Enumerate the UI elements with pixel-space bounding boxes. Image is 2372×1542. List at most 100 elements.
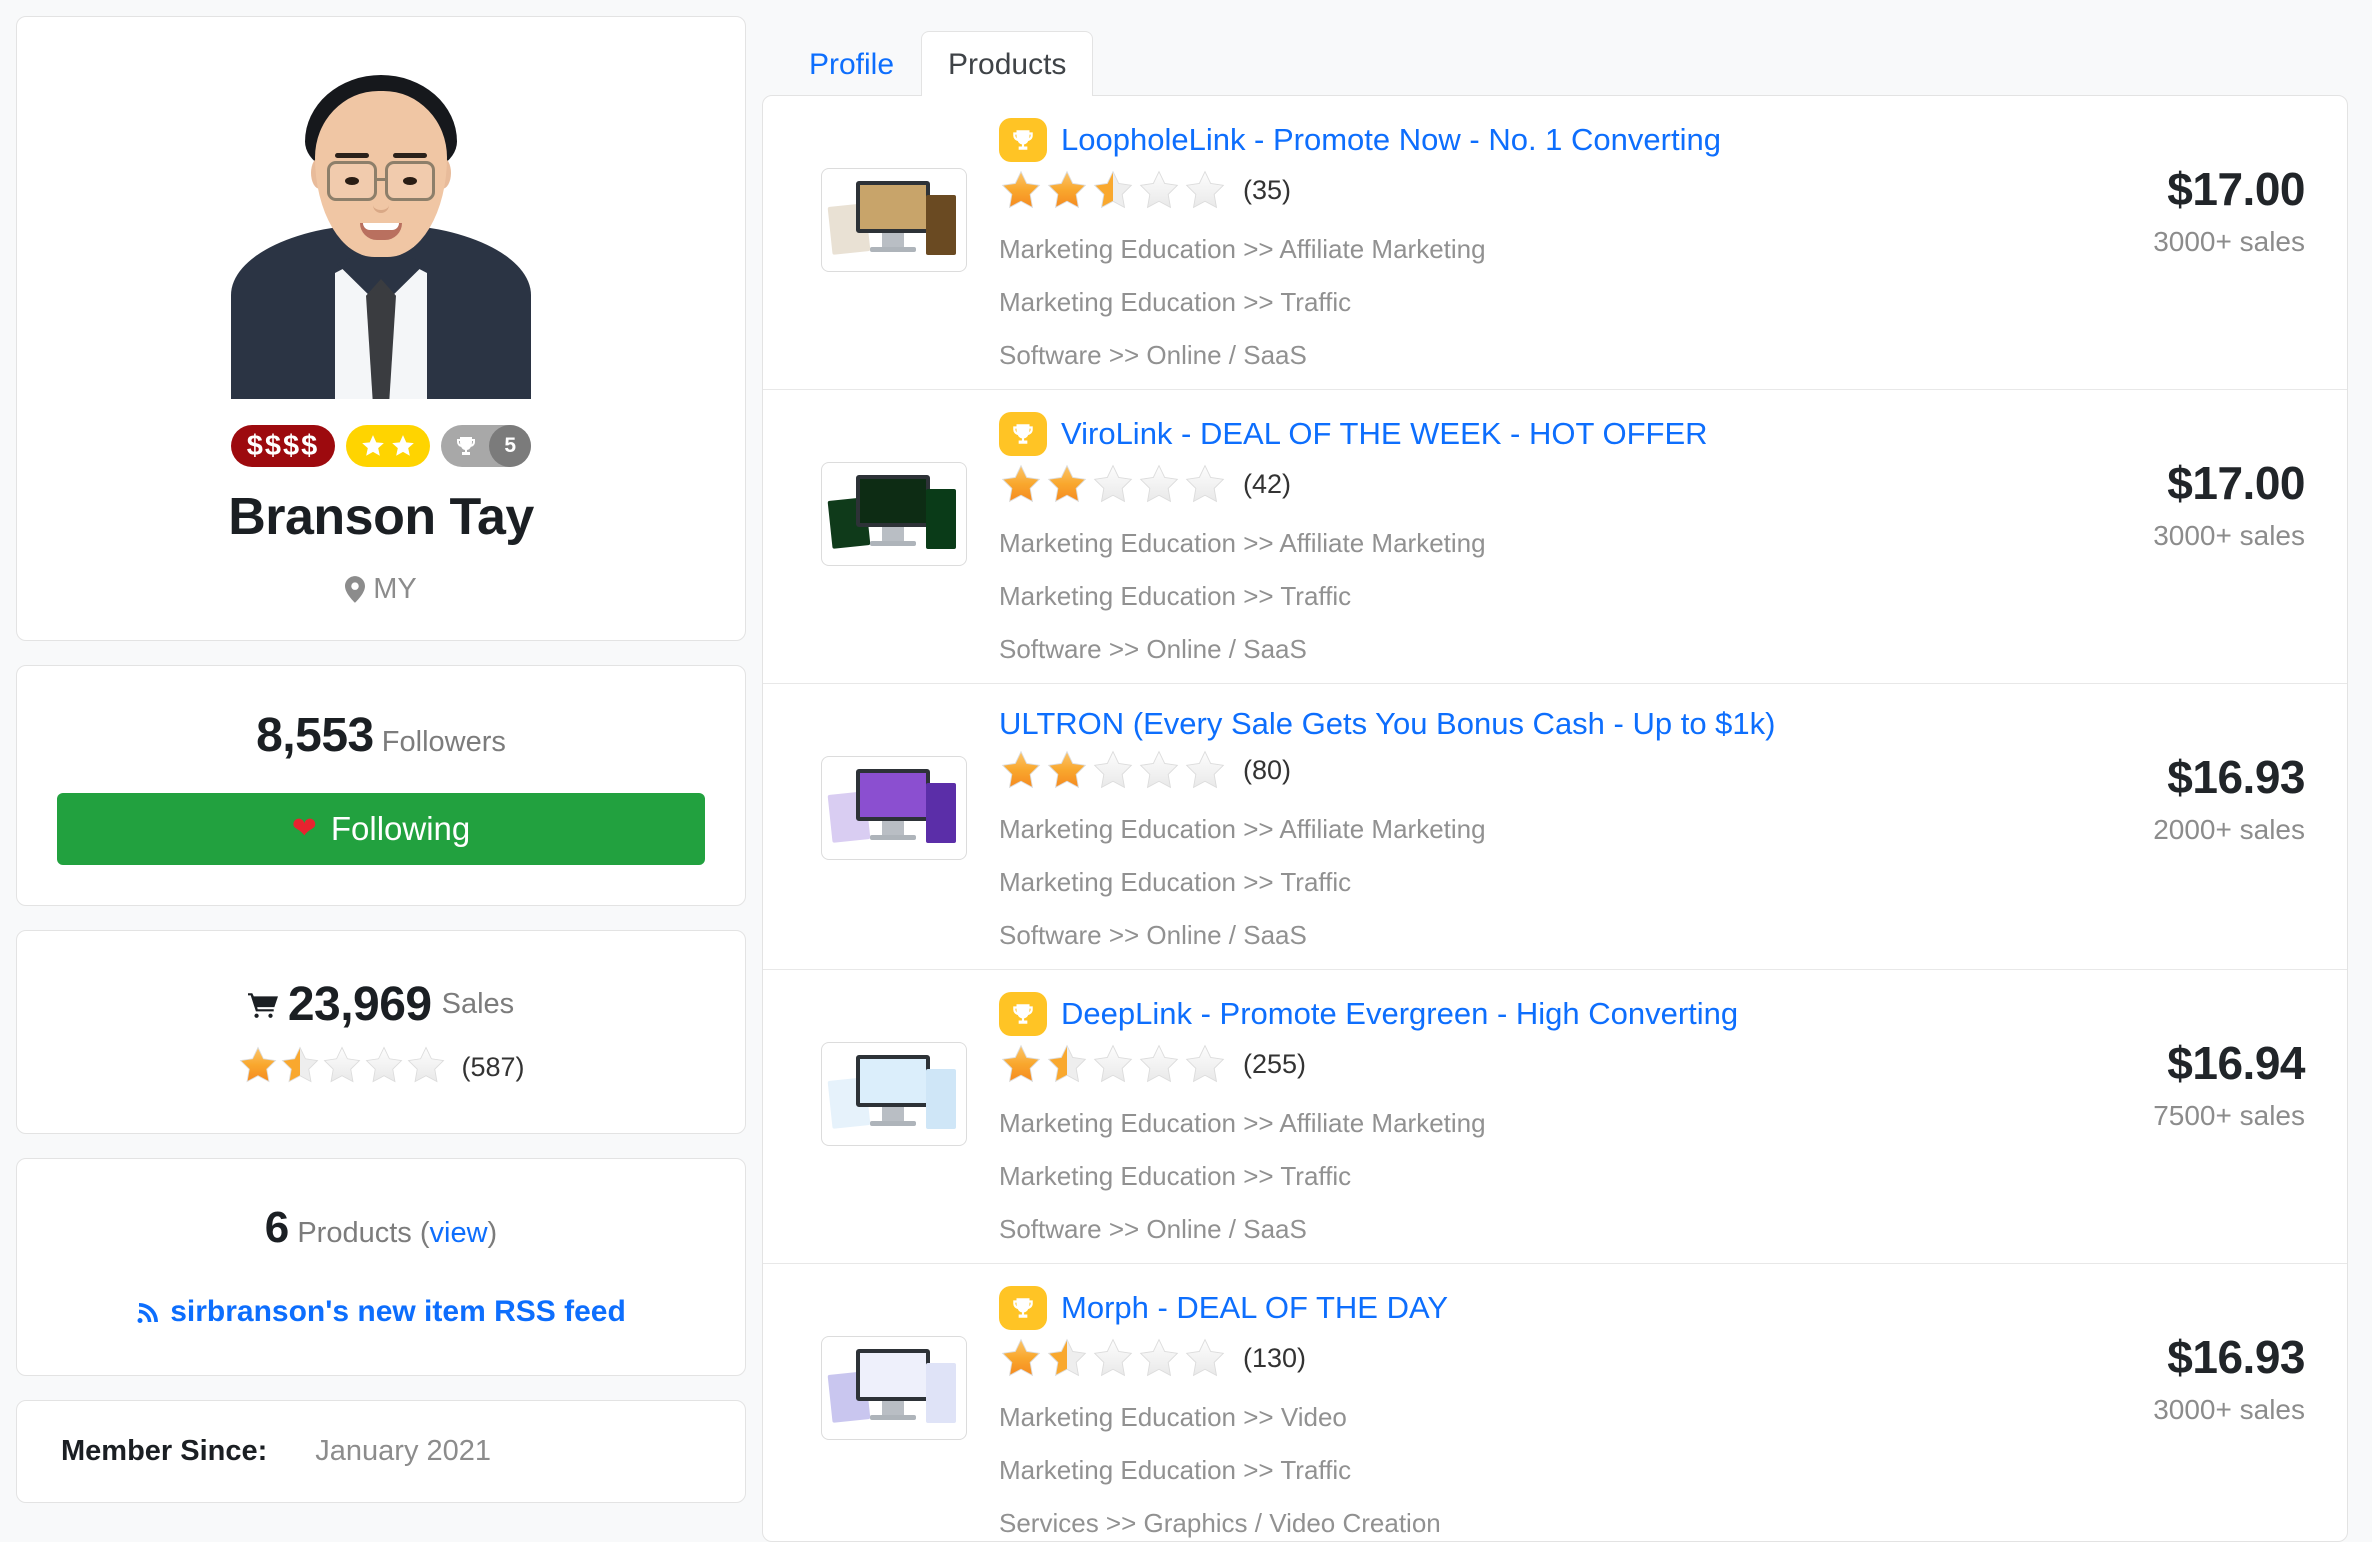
- close-paren: ): [488, 1217, 498, 1249]
- product-list-panel: LoopholeLink - Promote Now - No. 1 Conve…: [762, 95, 2348, 1542]
- star-icon: [1045, 748, 1089, 792]
- product-thumbnail[interactable]: [821, 462, 967, 566]
- rss-row: sirbranson's new item RSS feed: [57, 1253, 705, 1329]
- star-icon: [1137, 168, 1181, 212]
- star-icon: [1183, 462, 1227, 506]
- product-category: Marketing Education >> Traffic: [999, 867, 1961, 898]
- product-price: $17.00: [1961, 162, 2305, 216]
- product-thumbnail[interactable]: [821, 756, 967, 860]
- product-info: ULTRON (Every Sale Gets You Bonus Cash -…: [999, 702, 1961, 951]
- star-icon: [1045, 462, 1089, 506]
- star-icon: [1045, 1336, 1089, 1380]
- product-category: Marketing Education >> Affiliate Marketi…: [999, 814, 1961, 845]
- product-review-count: (130): [1243, 1343, 1306, 1374]
- thumb-monitor: [856, 769, 930, 821]
- rss-feed-link[interactable]: sirbranson's new item RSS feed: [136, 1295, 626, 1329]
- member-since-value: January 2021: [315, 1435, 491, 1468]
- trophy-icon: [454, 434, 478, 458]
- product-row[interactable]: LoopholeLink - Promote Now - No. 1 Conve…: [763, 96, 2347, 389]
- avatar-wrap: [37, 39, 725, 399]
- product-category: Marketing Education >> Affiliate Marketi…: [999, 1108, 1961, 1139]
- product-row[interactable]: DeepLink - Promote Evergreen - High Conv…: [763, 969, 2347, 1263]
- photo-nose: [373, 197, 389, 213]
- thumb-monitor: [856, 181, 930, 233]
- tab-products[interactable]: Products: [921, 31, 1093, 96]
- product-row[interactable]: Morph - DEAL OF THE DAY(130)Marketing Ed…: [763, 1263, 2347, 1542]
- location-label: MY: [373, 573, 417, 606]
- product-title-row: DeepLink - Promote Evergreen - High Conv…: [999, 992, 1961, 1036]
- product-title-link[interactable]: DeepLink - Promote Evergreen - High Conv…: [1061, 996, 1738, 1032]
- product-info: Morph - DEAL OF THE DAY(130)Marketing Ed…: [999, 1282, 1961, 1539]
- product-thumbnail-cell: [789, 988, 999, 1146]
- product-trophy-badge: [999, 412, 1047, 456]
- following-button[interactable]: ❤ Following: [57, 793, 705, 865]
- product-row[interactable]: ViroLink - DEAL OF THE WEEK - HOT OFFER (…: [763, 389, 2347, 683]
- thumb-box: [926, 1363, 956, 1423]
- product-price-cell: $17.003000+ sales: [1961, 114, 2321, 258]
- product-rating: (255): [999, 1042, 1961, 1086]
- product-category: Marketing Education >> Traffic: [999, 1161, 1961, 1192]
- thumb-stand: [882, 233, 904, 247]
- product-category: Marketing Education >> Affiliate Marketi…: [999, 234, 1961, 265]
- star-icon: [1045, 168, 1089, 212]
- followers-label: Followers: [382, 726, 506, 758]
- product-price: $16.93: [1961, 750, 2305, 804]
- sales-stat: 23,969 Sales: [57, 977, 705, 1032]
- product-thumbnail[interactable]: [821, 1336, 967, 1440]
- star-badge: [346, 425, 430, 467]
- product-title-row: LoopholeLink - Promote Now - No. 1 Conve…: [999, 118, 1961, 162]
- product-review-count: (80): [1243, 755, 1291, 786]
- heart-icon: ❤: [292, 814, 317, 844]
- profile-card: $$$$ 5 Branson Tay MY: [16, 16, 746, 641]
- product-sales-count: 3000+ sales: [1961, 1394, 2305, 1426]
- view-products-link[interactable]: view: [430, 1217, 488, 1249]
- star-icon: [999, 1042, 1043, 1086]
- tab-profile[interactable]: Profile: [782, 31, 921, 96]
- product-rating: (42): [999, 462, 1961, 506]
- product-price: $17.00: [1961, 456, 2305, 510]
- product-title-link[interactable]: Morph - DEAL OF THE DAY: [1061, 1290, 1448, 1326]
- star-icon: [999, 462, 1043, 506]
- product-thumbnail[interactable]: [821, 168, 967, 272]
- thumb-monitor: [856, 1349, 930, 1401]
- money-badge: $$$$: [231, 425, 336, 467]
- product-category: Services >> Graphics / Video Creation: [999, 1508, 1961, 1539]
- product-info: DeepLink - Promote Evergreen - High Conv…: [999, 988, 1961, 1245]
- product-price: $16.93: [1961, 1330, 2305, 1384]
- thumb-monitor: [856, 475, 930, 527]
- star-icon: [1091, 462, 1135, 506]
- star-icon: [1091, 748, 1135, 792]
- star-icon: [405, 1044, 447, 1086]
- product-row[interactable]: ULTRON (Every Sale Gets You Bonus Cash -…: [763, 683, 2347, 969]
- star-icon: [363, 1044, 405, 1086]
- product-category: Software >> Online / SaaS: [999, 340, 1961, 371]
- product-rating: (130): [999, 1336, 1961, 1380]
- star-icon: [1183, 1336, 1227, 1380]
- product-price-cell: $17.003000+ sales: [1961, 408, 2321, 552]
- product-title-link[interactable]: ULTRON (Every Sale Gets You Bonus Cash -…: [999, 706, 1775, 742]
- star-icon: [1183, 168, 1227, 212]
- product-title-link[interactable]: LoopholeLink - Promote Now - No. 1 Conve…: [1061, 122, 1721, 158]
- star-icon: [999, 168, 1043, 212]
- page-title: Branson Tay: [37, 487, 725, 547]
- main-content: Profile Products LoopholeLink - Promote …: [762, 0, 2372, 1542]
- star-icon: [1183, 748, 1227, 792]
- sales-card: 23,969 Sales (587): [16, 930, 746, 1134]
- photo-eye-right: [403, 177, 417, 185]
- product-review-count: (35): [1243, 175, 1291, 206]
- product-rating: (35): [999, 168, 1961, 212]
- thumb-box: [926, 489, 956, 549]
- product-price: $16.94: [1961, 1036, 2305, 1090]
- profile-location: MY: [37, 573, 725, 606]
- rss-icon: [136, 1300, 160, 1324]
- following-button-label: Following: [331, 810, 470, 848]
- open-paren: (: [420, 1217, 430, 1249]
- product-title-row: ULTRON (Every Sale Gets You Bonus Cash -…: [999, 706, 1961, 742]
- product-trophy-badge: [999, 1286, 1047, 1330]
- product-title-link[interactable]: ViroLink - DEAL OF THE WEEK - HOT OFFER: [1061, 416, 1708, 452]
- thumb-stand: [882, 821, 904, 835]
- star-icon: [1091, 1336, 1135, 1380]
- product-sales-count: 2000+ sales: [1961, 814, 2305, 846]
- product-thumbnail[interactable]: [821, 1042, 967, 1146]
- product-thumbnail-cell: [789, 408, 999, 566]
